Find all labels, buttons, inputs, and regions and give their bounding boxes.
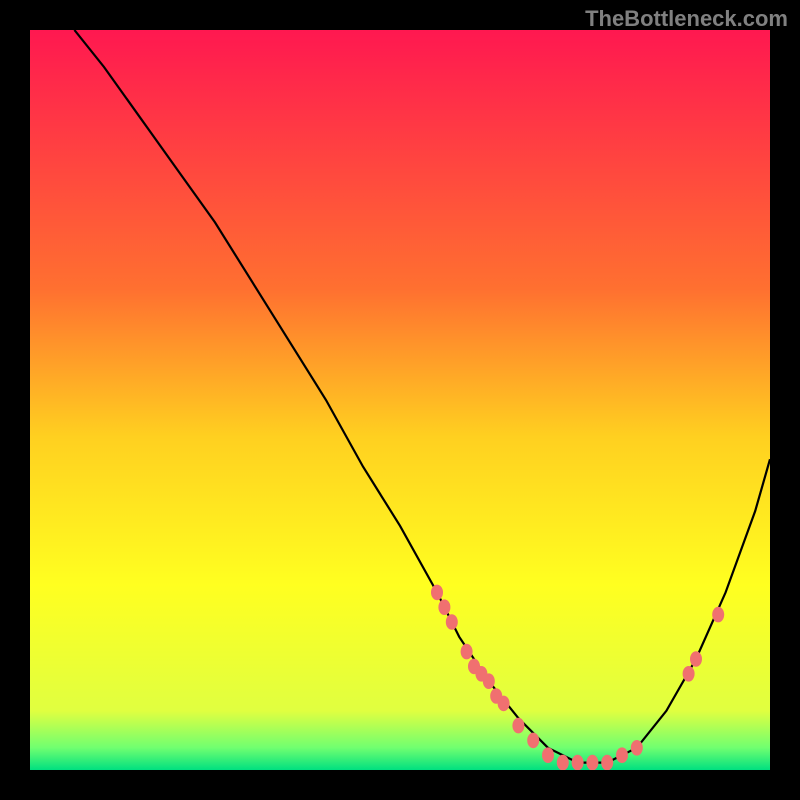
data-marker (616, 747, 628, 763)
chart-svg (30, 30, 770, 770)
data-marker (542, 747, 554, 763)
data-marker (461, 644, 473, 660)
data-marker (601, 755, 613, 770)
watermark-text: TheBottleneck.com (585, 6, 788, 32)
data-marker (572, 755, 584, 770)
data-marker (683, 666, 695, 682)
data-marker (431, 585, 443, 601)
data-marker (512, 718, 524, 734)
plot-area (30, 30, 770, 770)
data-marker (438, 599, 450, 615)
data-marker (586, 755, 598, 770)
data-marker (446, 614, 458, 630)
data-marker (712, 607, 724, 623)
data-marker (557, 755, 569, 770)
data-marker (631, 740, 643, 756)
data-marker (498, 696, 510, 712)
data-marker (527, 733, 539, 749)
gradient-background (30, 30, 770, 770)
data-marker (690, 651, 702, 667)
data-marker (483, 673, 495, 689)
